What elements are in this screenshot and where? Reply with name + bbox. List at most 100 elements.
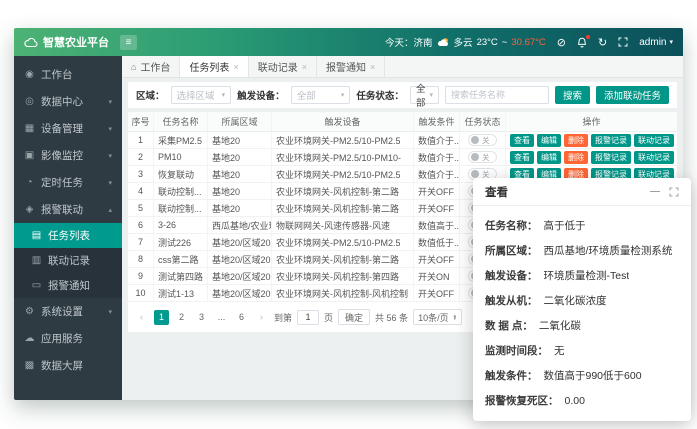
tab-linkage-records[interactable]: 联动记录 × [249, 56, 317, 77]
cell-region: 基地20 [208, 183, 272, 199]
data-screen-icon: ▩ [24, 360, 35, 371]
cell-region: 基地20 [208, 166, 272, 182]
alarm-record-button[interactable]: 报警记录 [591, 134, 631, 147]
sidebar-item-video-monitor[interactable]: ▣ 影像监控 ▾ [14, 142, 122, 169]
sidebar-toggle-button[interactable]: ≡ [120, 35, 137, 50]
sidebar-item-alarm-notice[interactable]: ▭ 报警通知 [14, 273, 122, 298]
status-toggle[interactable]: 关 [468, 151, 497, 163]
video-monitor-icon: ▣ [24, 150, 35, 161]
goto-confirm-button[interactable]: 确定 [338, 309, 370, 325]
chevron-down-icon: ▾ [108, 308, 112, 316]
col-header-status: 任务状态 [460, 112, 506, 131]
field-label: 触发条件： [485, 368, 538, 383]
table-row: 1 采集PM2.5 基地20 农业环境网关-PM2.5/10-PM2.5 数值介… [128, 132, 677, 149]
refresh-glyph: ↻ [598, 36, 607, 49]
brand: 智慧农业平台 [24, 34, 120, 50]
cell-name: 恢复联动 [154, 166, 208, 182]
gear-icon: ⚙ [24, 306, 35, 317]
alarm-record-button[interactable]: 报警记录 [591, 151, 631, 164]
sidebar-item-label: 数据中心 [41, 94, 83, 109]
tab-alarm-notice[interactable]: 报警通知 × [317, 56, 385, 77]
sidebar-item-alarm-linkage[interactable]: ◈ 报警联动 ▴ [14, 196, 122, 223]
col-header-condition: 触发条件 [414, 112, 460, 131]
page-ellipsis: ... [214, 310, 229, 325]
page-6-button[interactable]: 6 [234, 310, 249, 325]
field-value: 二氧化碳 [539, 318, 581, 333]
page-2-button[interactable]: 2 [174, 310, 189, 325]
view-button[interactable]: 查看 [510, 134, 534, 147]
goto-page-input[interactable] [297, 310, 319, 325]
delete-button[interactable]: 删除 [564, 151, 588, 164]
per-page-value: 10条/页 [418, 311, 449, 324]
toggle-knob [471, 170, 479, 178]
sidebar-item-linkage-records[interactable]: ▥ 联动记录 [14, 248, 122, 273]
next-page-button[interactable]: › [254, 310, 269, 325]
close-icon[interactable]: × [302, 62, 307, 72]
region-select[interactable]: 选择区域 ▾ [171, 86, 232, 104]
edit-button[interactable]: 编辑 [537, 134, 561, 147]
per-page-select[interactable]: 10条/页 ▲▼ [413, 309, 462, 325]
field-trigger-slave: 触发从机： 二氧化碳浓度 [485, 288, 679, 313]
app-title: 智慧农业平台 [43, 34, 109, 50]
sidebar-item-label: 报警通知 [48, 278, 90, 293]
sidebar-item-app-services[interactable]: ☁ 应用服务 [14, 325, 122, 352]
sidebar-item-device-mgmt[interactable]: ▦ 设备管理 ▾ [14, 115, 122, 142]
search-button[interactable]: 搜索 [555, 86, 590, 104]
page-1-button[interactable]: 1 [154, 310, 169, 325]
sidebar-item-data-center[interactable]: ◎ 数据中心 ▾ [14, 88, 122, 115]
tab-label: 联动记录 [258, 59, 298, 74]
sidebar: ◉ 工作台 ◎ 数据中心 ▾ ▦ 设备管理 ▾ ▣ 影像监控 ▾ ◔ 定时任务 [14, 56, 122, 400]
cell-device: 农业环境网关-风机控制-风机控制 [272, 285, 414, 301]
cell-condition: 开关OFF [414, 285, 460, 301]
fullscreen-corners-icon [618, 37, 628, 47]
hamburger-icon: ≡ [126, 37, 132, 48]
tabbar: ⌂ 工作台 任务列表 × 联动记录 × 报警通知 × [122, 56, 683, 78]
trigger-device-select[interactable]: 全部 ▾ [291, 86, 351, 104]
chevron-down-icon: ▾ [108, 179, 112, 187]
sidebar-item-data-screen[interactable]: ▩ 数据大屏 [14, 352, 122, 379]
cell-no: 4 [128, 183, 154, 199]
toggle-knob [471, 136, 479, 144]
tab-workbench[interactable]: ⌂ 工作台 [122, 56, 180, 77]
edit-button[interactable]: 编辑 [537, 151, 561, 164]
view-dialog-body: 任务名称： 高于低于 所属区域： 西瓜基地/环境质量检测系统 触发设备： 环境质… [473, 206, 691, 413]
cell-name: PM10 [154, 149, 208, 165]
field-label: 任务名称： [485, 218, 538, 233]
cell-name: 采集PM2.5 [154, 132, 208, 148]
cell-name: css第二路 [154, 251, 208, 267]
prev-page-button[interactable]: ‹ [134, 310, 149, 325]
cell-device: 农业环境网关-风机控制-第四路 [272, 268, 414, 284]
field-value: 无 [554, 343, 565, 358]
cell-actions: 查看 编辑 删除 报警记录 联动记录 [506, 149, 677, 165]
search-input[interactable] [445, 86, 549, 104]
cell-region: 西瓜基地/农业环... [208, 217, 272, 233]
status-toggle[interactable]: 关 [468, 134, 497, 146]
cell-region: 基地20/区域20 [208, 251, 272, 267]
col-header-actions: 操作 [506, 112, 677, 131]
lock-screen-icon[interactable]: ⊘ [557, 36, 566, 49]
tab-task-list[interactable]: 任务列表 × [180, 56, 248, 77]
sidebar-item-workbench[interactable]: ◉ 工作台 [14, 61, 122, 88]
delete-button[interactable]: 删除 [564, 134, 588, 147]
notifications-bell-icon[interactable] [577, 37, 587, 48]
linkage-record-button[interactable]: 联动记录 [634, 151, 674, 164]
task-status-select[interactable]: 全部 ▾ [410, 86, 439, 104]
close-icon[interactable]: × [370, 62, 375, 72]
fullscreen-icon[interactable] [618, 37, 628, 47]
minimize-icon[interactable]: — [650, 187, 660, 197]
expand-icon[interactable] [669, 187, 679, 197]
cell-status: 关 [460, 132, 506, 148]
sidebar-item-scheduled-tasks[interactable]: ◔ 定时任务 ▾ [14, 169, 122, 196]
chevron-down-icon: ▾ [108, 152, 112, 160]
sidebar-item-system-settings[interactable]: ⚙ 系统设置 ▾ [14, 298, 122, 325]
sidebar-item-task-list[interactable]: ▤ 任务列表 [14, 223, 122, 248]
close-icon[interactable]: × [233, 62, 238, 72]
page-3-button[interactable]: 3 [194, 310, 209, 325]
sidebar-item-label: 设备管理 [41, 121, 83, 136]
add-linkage-task-button[interactable]: 添加联动任务 [596, 86, 669, 104]
linkage-record-button[interactable]: 联动记录 [634, 134, 674, 147]
view-button[interactable]: 查看 [510, 151, 534, 164]
temp-separator: ~ [502, 37, 508, 48]
refresh-icon[interactable]: ↻ [598, 36, 607, 49]
user-menu[interactable]: admin ▾ [639, 37, 673, 48]
